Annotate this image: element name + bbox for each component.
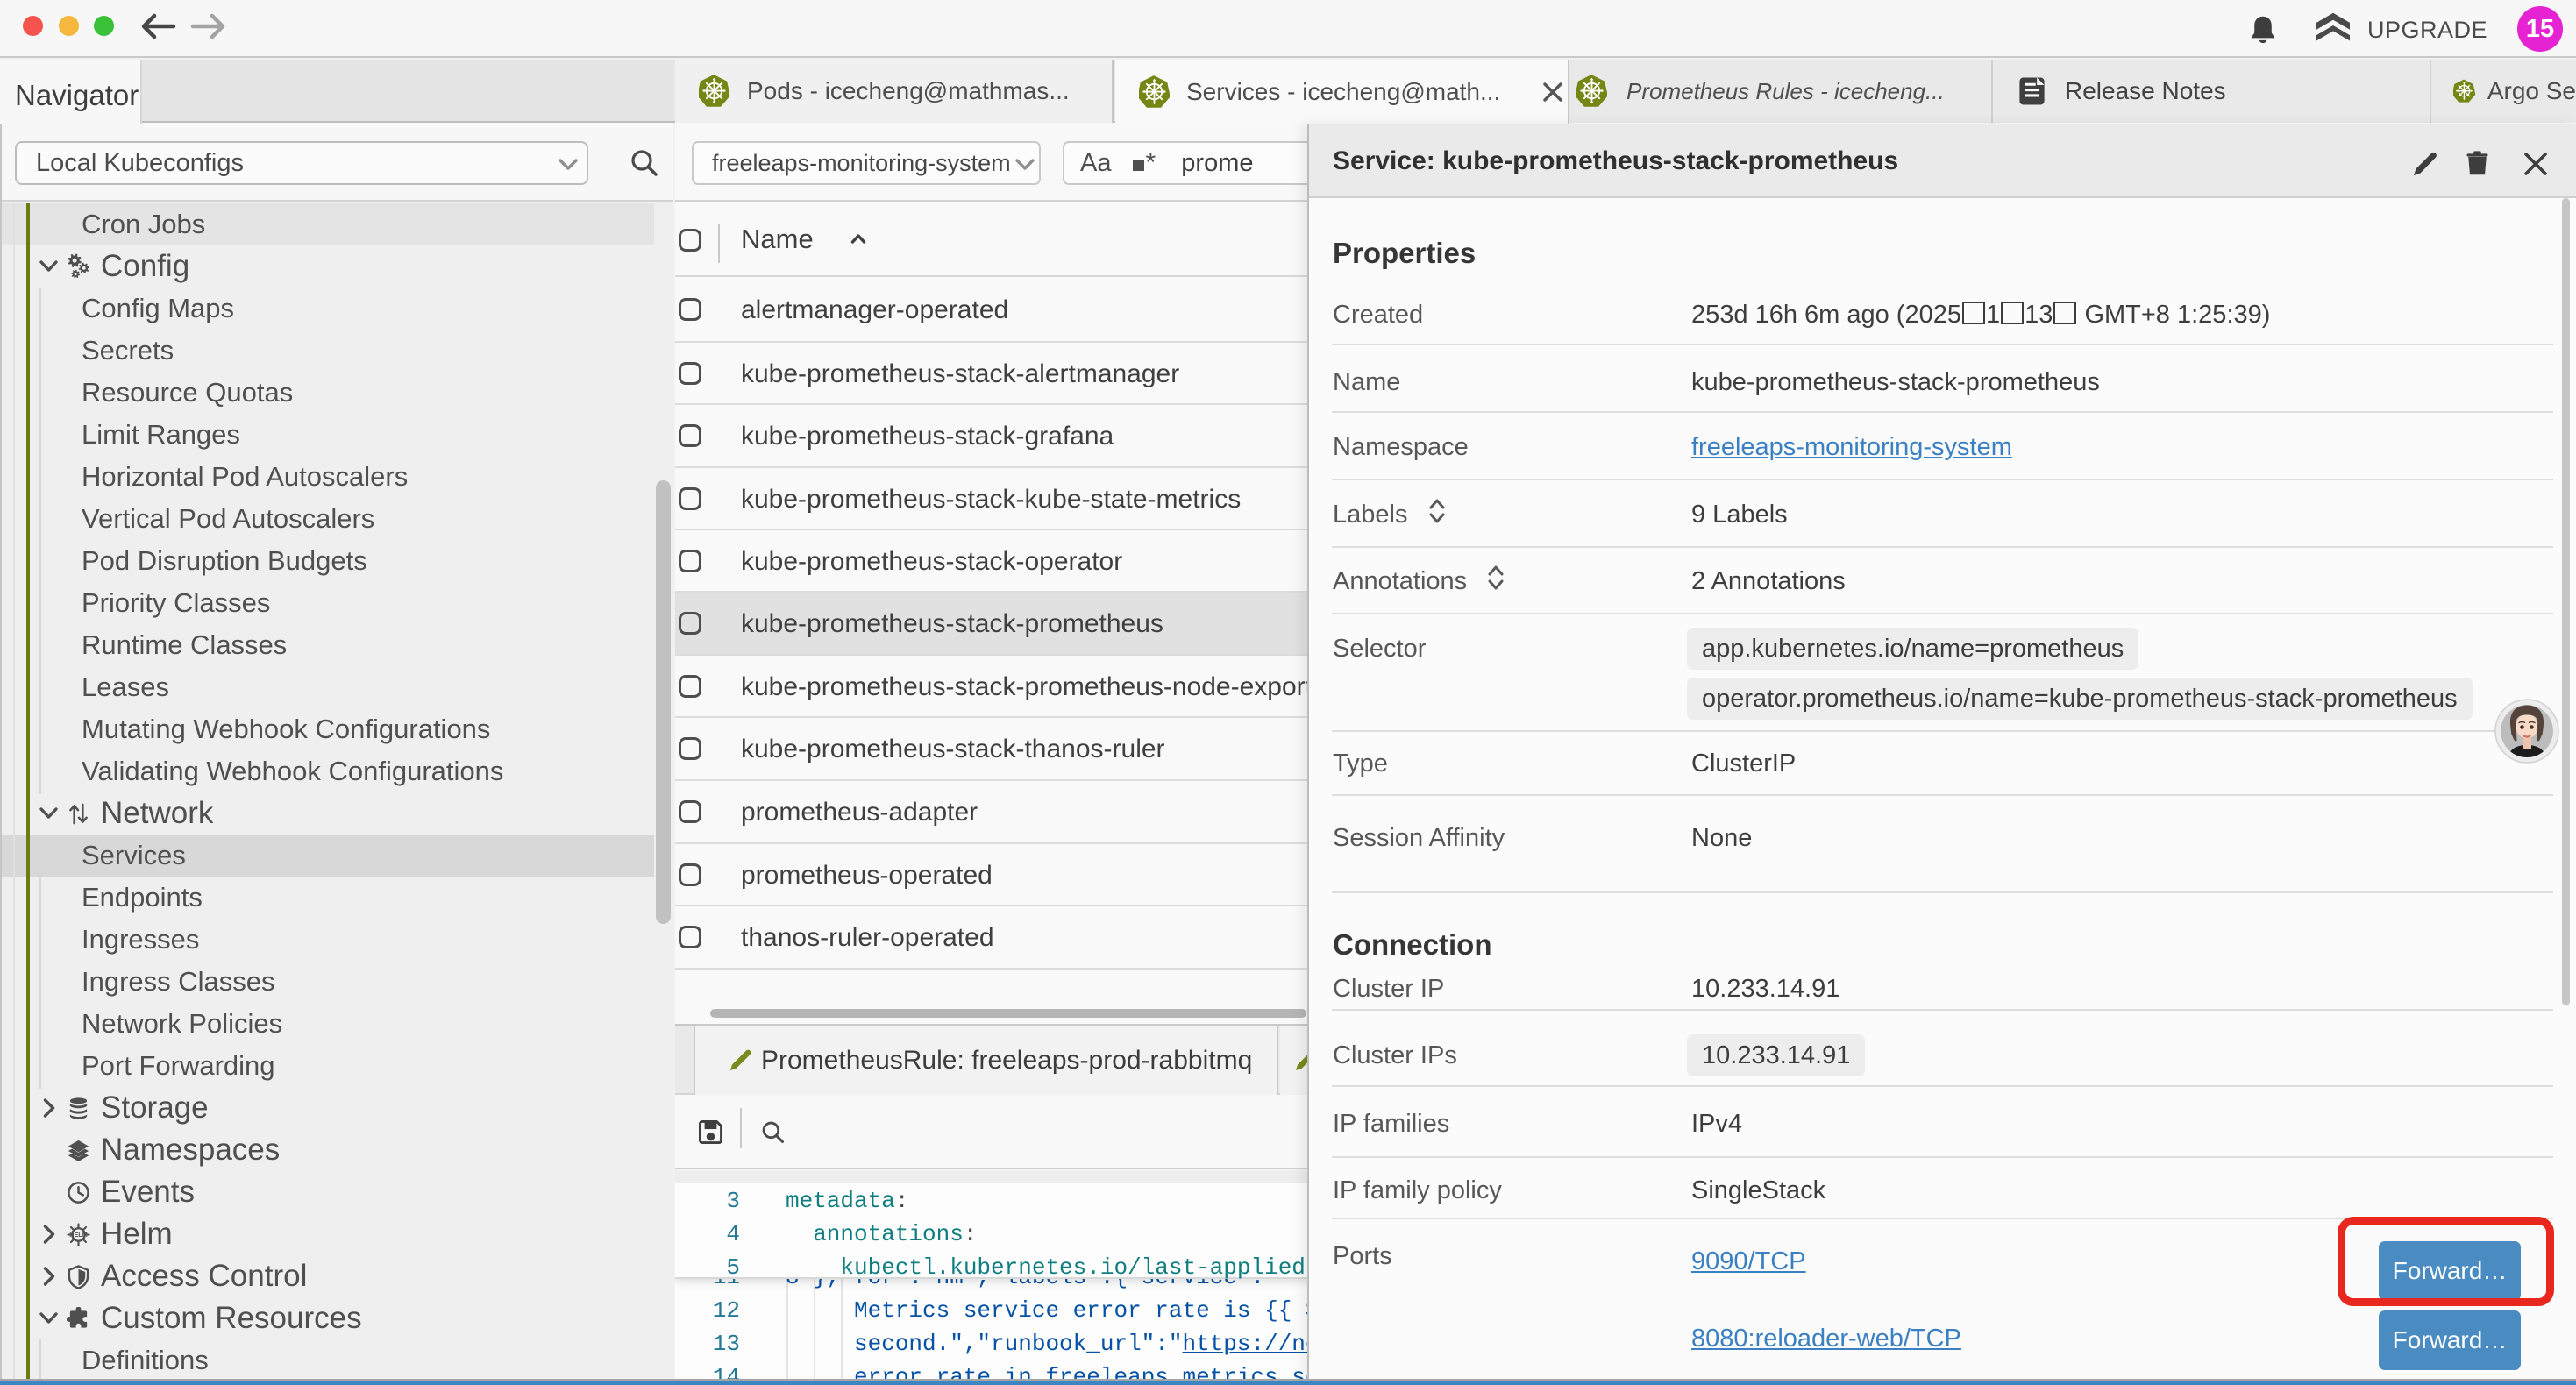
svg-text:HELM: HELM — [69, 1231, 87, 1239]
